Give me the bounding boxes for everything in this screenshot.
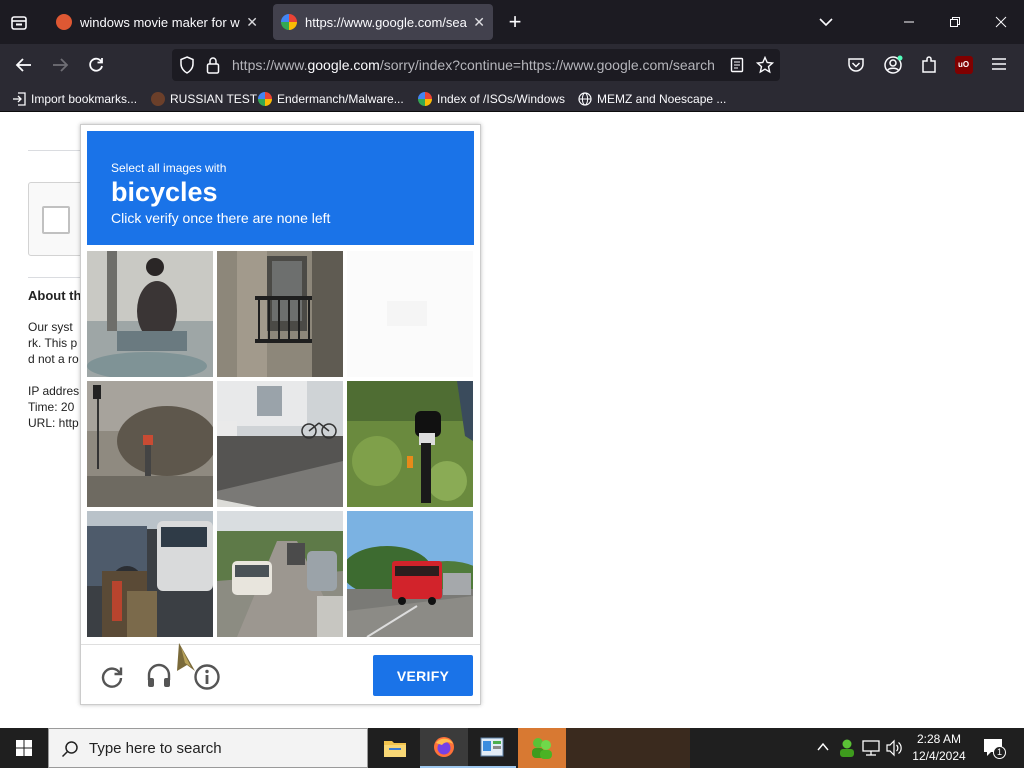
- bookmark-label: Endermanch/Malware...: [277, 92, 404, 106]
- clock-time: 2:28 AM: [916, 732, 962, 746]
- captcha-header: Select all images with bicycles Click ve…: [87, 131, 474, 245]
- file-explorer-icon[interactable]: [371, 728, 419, 768]
- audio-challenge-icon[interactable]: [145, 662, 173, 695]
- captcha-tile-8[interactable]: [217, 511, 343, 637]
- page-text-line: URL: http: [28, 416, 79, 430]
- pocket-icon[interactable]: [847, 56, 865, 79]
- new-tab-icon[interactable]: +: [504, 9, 526, 34]
- import-icon: [12, 92, 26, 106]
- forward-icon[interactable]: [50, 55, 70, 80]
- search-placeholder: Type here to search: [89, 740, 222, 757]
- tab-movie-maker[interactable]: windows movie maker for wind ✕: [48, 4, 266, 40]
- close-tab-icon[interactable]: ✕: [246, 14, 258, 31]
- about-heading: About th: [28, 288, 82, 303]
- restore-icon[interactable]: [944, 11, 966, 33]
- url-prefix: https://www.: [232, 57, 308, 73]
- captcha-footer-divider: [81, 644, 480, 645]
- navigation-toolbar: https://www.google.com/sorry/index?conti…: [0, 44, 1024, 86]
- page-text-line: d not a ro: [28, 352, 79, 366]
- list-tabs-chevron-icon[interactable]: [815, 11, 837, 33]
- bookmark-memz[interactable]: MEMZ and Noescape ...: [578, 90, 726, 108]
- notification-count-badge: 1: [993, 746, 1006, 759]
- minimize-icon[interactable]: [898, 11, 920, 33]
- windows-taskbar: Type here to search 2:28 AM 12/4/2024 1: [0, 728, 1024, 768]
- bookmark-label: MEMZ and Noescape ...: [597, 92, 727, 106]
- captcha-dialog: Select all images with bicycles Click ve…: [80, 124, 481, 705]
- taskbar-search-box[interactable]: Type here to search: [48, 728, 368, 768]
- url-path: /sorry/index?continue=https://www.google…: [379, 57, 715, 73]
- bookmark-endermanch[interactable]: Endermanch/Malware...: [258, 90, 404, 108]
- bookmark-index-isos[interactable]: Index of /ISOs/Windows: [418, 90, 565, 108]
- tab-bar: windows movie maker for wind ✕ https://w…: [0, 0, 1024, 44]
- globe-icon: [578, 92, 592, 106]
- search-icon: [61, 740, 79, 763]
- windows-start-icon[interactable]: [16, 740, 32, 761]
- reload-challenge-icon[interactable]: [99, 664, 125, 695]
- bookmark-label: Import bookmarks...: [31, 92, 138, 106]
- taskbar-wallpaper-strip: [566, 728, 690, 768]
- reader-view-icon[interactable]: [730, 57, 744, 78]
- bookmarks-toolbar: Import bookmarks... RUSSIAN TEST Enderma…: [0, 86, 1024, 112]
- notifications-icon[interactable]: 1: [983, 738, 1006, 763]
- bookmark-russian-test[interactable]: RUSSIAN TEST: [151, 90, 257, 108]
- account-icon[interactable]: [883, 55, 903, 80]
- verify-button[interactable]: VERIFY: [373, 655, 473, 696]
- captcha-tile-9[interactable]: [347, 511, 473, 637]
- url-text[interactable]: https://www.google.com/sorry/index?conti…: [232, 57, 716, 73]
- network-icon[interactable]: [862, 739, 880, 762]
- network-people-icon[interactable]: [518, 728, 566, 768]
- bookmark-label: RUSSIAN TEST: [170, 92, 258, 106]
- hat-icon: [151, 92, 165, 106]
- duckduckgo-icon: [56, 14, 72, 30]
- tray-people-icon[interactable]: [838, 738, 856, 763]
- extensions-icon[interactable]: [920, 55, 938, 80]
- back-icon[interactable]: [14, 55, 34, 80]
- captcha-target: bicycles: [111, 177, 218, 207]
- firefox-taskbar-icon[interactable]: [420, 728, 468, 768]
- volume-icon[interactable]: [885, 739, 903, 762]
- bookmark-label: Index of /ISOs/Windows: [437, 92, 566, 106]
- ublock-origin-icon[interactable]: uO: [955, 56, 973, 74]
- captcha-instruction: Select all images with: [111, 161, 227, 175]
- captcha-tile-1[interactable]: [87, 251, 213, 377]
- captcha-tile-5[interactable]: [217, 381, 343, 507]
- google-icon: [281, 14, 297, 30]
- captcha-tile-6[interactable]: [347, 381, 473, 507]
- close-tab-icon[interactable]: ✕: [473, 14, 485, 31]
- close-window-icon[interactable]: [990, 11, 1012, 33]
- page-text-line: IP addres: [28, 384, 80, 398]
- divider: [28, 150, 88, 151]
- divider: [28, 277, 88, 278]
- page-text-line: Our syst: [28, 320, 73, 334]
- captcha-tile-7[interactable]: [87, 511, 213, 637]
- show-hidden-icons-chevron[interactable]: [816, 740, 830, 759]
- page-text-line: Time: 20: [28, 400, 75, 414]
- bookmark-star-icon[interactable]: [755, 55, 775, 79]
- firefox-view-icon[interactable]: [8, 12, 30, 34]
- control-panel-icon[interactable]: [468, 728, 516, 768]
- captcha-subtext: Click verify once there are none left: [111, 210, 331, 226]
- info-icon[interactable]: [193, 663, 221, 696]
- taskbar-clock[interactable]: 2:28 AM 12/4/2024: [904, 731, 974, 765]
- reload-icon[interactable]: [86, 55, 106, 80]
- tab-title: windows movie maker for wind: [80, 14, 241, 30]
- bookmark-import[interactable]: Import bookmarks...: [12, 90, 137, 108]
- clock-date: 12/4/2024: [912, 749, 966, 763]
- captcha-tile-2[interactable]: [217, 251, 343, 377]
- captcha-tile-4[interactable]: [87, 381, 213, 507]
- page-text-line: rk. This p: [28, 336, 78, 350]
- lock-icon[interactable]: [206, 56, 220, 79]
- recaptcha-checkbox-widget[interactable]: [28, 182, 88, 256]
- tracking-shield-icon[interactable]: [179, 56, 195, 79]
- google-icon: [258, 92, 272, 106]
- menu-hamburger-icon[interactable]: [991, 57, 1007, 76]
- tab-title: https://www.google.com/searc: [305, 14, 468, 30]
- recaptcha-checkbox[interactable]: [42, 206, 70, 234]
- google-icon: [418, 92, 432, 106]
- tab-google-search[interactable]: https://www.google.com/searc ✕: [273, 4, 493, 40]
- url-bar[interactable]: https://www.google.com/sorry/index?conti…: [172, 49, 780, 81]
- url-domain: google.com: [307, 57, 380, 73]
- captcha-tile-3[interactable]: [347, 251, 473, 377]
